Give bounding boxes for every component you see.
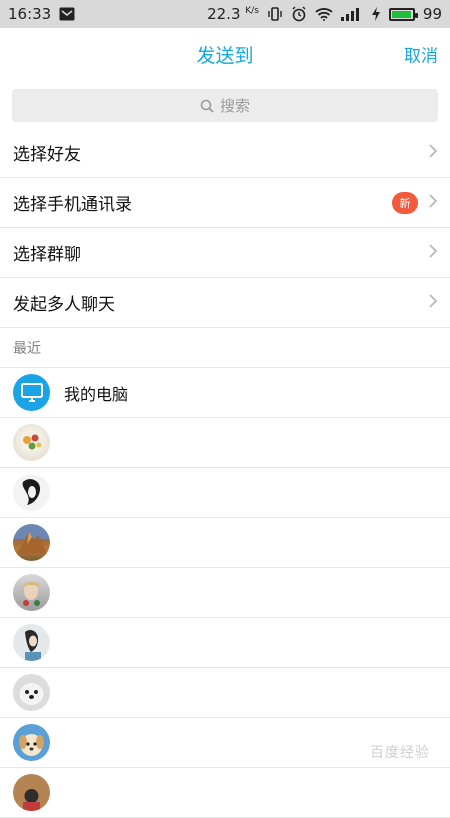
chevron-right-icon xyxy=(428,143,438,163)
contact-item[interactable] xyxy=(0,568,450,618)
contact-name: 我的电脑 xyxy=(64,384,129,404)
wifi-icon xyxy=(315,7,333,21)
redaction-mask xyxy=(60,418,396,467)
redaction-mask xyxy=(60,568,396,617)
select-contacts-item[interactable]: 选择手机通讯录 新 xyxy=(0,178,450,228)
computer-icon xyxy=(13,374,50,411)
redaction-mask xyxy=(60,768,396,817)
vibrate-icon xyxy=(267,6,283,22)
chevron-right-icon xyxy=(428,243,438,263)
select-friends-item[interactable]: 选择好友 xyxy=(0,128,450,178)
watermark: 百度经验 xyxy=(370,745,430,761)
new-badge: 新 xyxy=(392,191,418,214)
menu-item-label: 发起多人聊天 xyxy=(13,295,115,315)
select-group-item[interactable]: 选择群聊 xyxy=(0,228,450,278)
avatar xyxy=(13,674,50,711)
cancel-button[interactable]: 取消 xyxy=(404,42,438,67)
charging-icon xyxy=(371,7,381,21)
avatar xyxy=(13,524,50,561)
menu-item-label: 选择手机通讯录 xyxy=(13,195,132,215)
menu-item-label: 选择好友 xyxy=(13,145,81,165)
redaction-mask xyxy=(60,718,396,767)
start-group-chat-item[interactable]: 发起多人聊天 xyxy=(0,278,450,328)
redaction-mask xyxy=(60,468,396,517)
redaction-mask xyxy=(60,618,396,667)
avatar xyxy=(13,474,50,511)
avatar xyxy=(13,624,50,661)
contact-item[interactable] xyxy=(0,468,450,518)
contact-item[interactable] xyxy=(0,418,450,468)
contact-item[interactable] xyxy=(0,618,450,668)
redaction-mask xyxy=(60,668,396,717)
notification-icon xyxy=(59,7,75,21)
signal-icon xyxy=(340,7,363,21)
avatar xyxy=(13,424,50,461)
avatar xyxy=(13,774,50,811)
header: 发送到 取消 xyxy=(0,28,450,80)
avatar xyxy=(13,574,50,611)
chevron-right-icon xyxy=(428,293,438,313)
redaction-mask xyxy=(60,518,396,567)
network-speed: 22.3 K/s xyxy=(207,5,259,23)
battery-icon xyxy=(388,7,418,21)
search-input[interactable]: 搜索 xyxy=(12,89,438,122)
avatar xyxy=(13,724,50,761)
search-icon xyxy=(200,99,214,113)
contact-item[interactable] xyxy=(0,518,450,568)
recent-section-header: 最近 xyxy=(0,328,450,368)
contact-item[interactable] xyxy=(0,668,450,718)
alarm-icon xyxy=(291,6,307,22)
status-bar: 16:33 22.3 K/s 99 xyxy=(0,0,450,28)
search-placeholder: 搜索 xyxy=(219,97,250,115)
contact-item[interactable] xyxy=(0,768,450,818)
my-computer-item[interactable]: 我的电脑 xyxy=(0,368,450,418)
status-time: 16:33 xyxy=(8,5,52,23)
page-title: 发送到 xyxy=(196,44,254,67)
battery-level: 99 xyxy=(422,5,442,23)
chevron-right-icon xyxy=(428,193,438,213)
menu-item-label: 选择群聊 xyxy=(13,245,81,265)
